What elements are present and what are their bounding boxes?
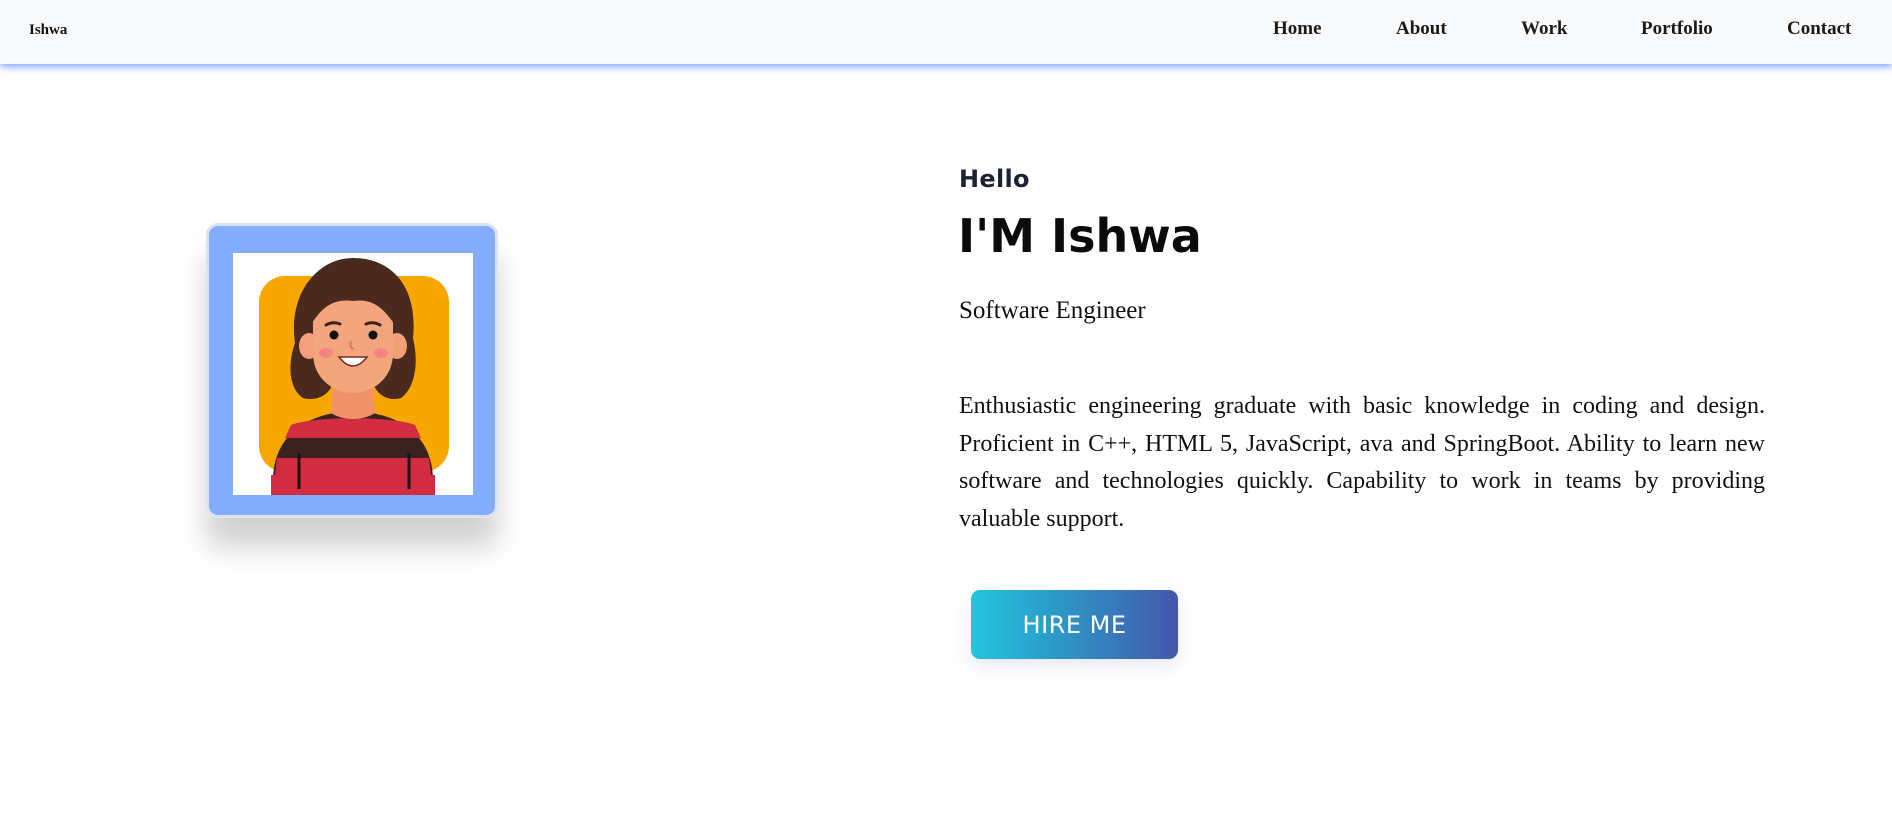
nav-link-contact[interactable]: Contact — [1787, 18, 1851, 40]
greeting-text: Hello — [959, 165, 1030, 193]
bio-paragraph: Enthusiastic engineering graduate with b… — [959, 393, 1765, 532]
job-title: Software Engineer — [959, 297, 1146, 324]
nav-link-portfolio[interactable]: Portfolio — [1641, 18, 1713, 40]
nav-link-home[interactable]: Home — [1273, 18, 1322, 40]
nav-link-about[interactable]: About — [1396, 18, 1447, 40]
navbar: Ishwa Home About Work Portfolio Contact — [0, 0, 1892, 64]
person-avatar-icon — [259, 258, 449, 495]
nav-link-work[interactable]: Work — [1521, 18, 1567, 40]
hire-me-button[interactable]: HIRE ME — [971, 590, 1178, 659]
hero-name-heading: I'M Ishwa — [958, 209, 1202, 263]
brand-logo[interactable]: Ishwa — [29, 22, 67, 39]
profile-avatar-image — [233, 253, 473, 495]
profile-avatar-card — [206, 223, 498, 518]
